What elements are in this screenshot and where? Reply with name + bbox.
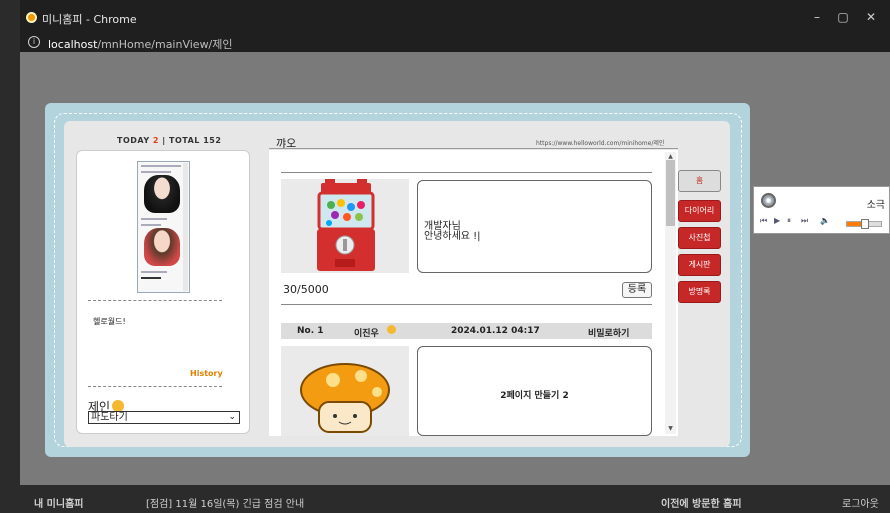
- gumball-machine-image: [317, 179, 375, 271]
- entry-date: 2024.01.12 04:17: [451, 326, 540, 336]
- logout-link[interactable]: 로그아웃: [842, 495, 879, 510]
- tab-board[interactable]: 게시판: [678, 254, 721, 276]
- compose-bottom-divider: [281, 304, 652, 305]
- entry-author[interactable]: 이진우: [354, 326, 379, 339]
- previous-visit-link[interactable]: 이전에 방문한 홈피: [661, 495, 742, 510]
- tab-photo[interactable]: 사진첩: [678, 227, 721, 249]
- title-divider: [269, 148, 678, 149]
- chevron-down-icon: ⌄: [228, 412, 236, 422]
- profile-divider: [88, 300, 222, 301]
- url-text[interactable]: localhost/mnHome/mainView/제인: [48, 36, 233, 52]
- window-titlebar: 미니홈피 - Chrome – ▢ ✕: [20, 0, 890, 34]
- footer-bar: 내 미니홈피 [점검] 11월 16일(목) 긴급 점검 안내 이전에 방문한 …: [20, 485, 890, 513]
- compose-image: [281, 179, 409, 273]
- history-link[interactable]: History: [190, 369, 223, 378]
- total-count: 152: [203, 136, 222, 145]
- app-icon: [26, 12, 37, 23]
- left-edge: [0, 0, 20, 513]
- entry-number: No. 1: [297, 326, 324, 336]
- window-title: 미니홈피 - Chrome: [42, 13, 137, 26]
- notice-link[interactable]: [점검] 11월 16일(목) 긴급 점검 안내: [146, 495, 304, 510]
- tab-diary[interactable]: 다이어리: [678, 200, 721, 222]
- next-icon[interactable]: ⏭: [801, 216, 808, 226]
- info-icon[interactable]: i: [28, 36, 40, 48]
- play-icon[interactable]: ▶: [774, 216, 780, 225]
- scroll-down-icon[interactable]: ▼: [666, 425, 675, 433]
- profile-divider-2: [88, 386, 222, 387]
- compose-textarea[interactable]: 개발자님 안녕하세요 !|: [417, 180, 652, 273]
- char-counter: 30/5000: [283, 283, 329, 296]
- friends-select-value: 파도타기: [91, 412, 128, 423]
- profile-greeting: 헬로월드!: [93, 317, 126, 326]
- visitor-counter: TODAY 2 | TOTAL 152: [117, 136, 221, 145]
- make-secret-link[interactable]: 비밀로하기: [588, 326, 629, 339]
- total-label: TOTAL: [169, 136, 200, 145]
- compose-text-line2: 안녕하세요 !|: [424, 231, 481, 242]
- tab-guestbook[interactable]: 방명록: [678, 281, 721, 303]
- tab-home[interactable]: 홈: [678, 170, 721, 192]
- entry-header: No. 1 이진우 2024.01.12 04:17 비밀로하기: [281, 323, 652, 339]
- compose-top-divider: [281, 172, 652, 173]
- address-bar[interactable]: i localhost/mnHome/mainView/제인: [20, 34, 890, 52]
- entry-content: 2페이지 만들기 2: [500, 391, 569, 401]
- today-count: 2: [152, 136, 159, 145]
- friends-select[interactable]: 파도타기 ⌄: [88, 411, 240, 424]
- profile-thumbnail: [137, 161, 190, 293]
- disc-icon: [761, 193, 776, 208]
- today-label: TODAY: [117, 136, 150, 145]
- volume-icon[interactable]: 🔈: [820, 216, 830, 225]
- counter-separator: |: [162, 136, 166, 145]
- author-emoji-icon: [387, 325, 396, 334]
- maximize-button[interactable]: ▢: [832, 8, 854, 26]
- entry-content-box: 2페이지 만들기 2: [417, 346, 652, 436]
- volume-knob[interactable]: [861, 219, 869, 229]
- my-minihome-link[interactable]: 내 미니홈피: [34, 495, 83, 510]
- prev-icon[interactable]: ⏮: [760, 216, 767, 226]
- scrollbar-thumb[interactable]: [666, 160, 675, 226]
- pause-icon[interactable]: ⏸: [787, 216, 791, 226]
- url-path: /mnHome/mainView/제인: [97, 38, 233, 51]
- close-button[interactable]: ✕: [860, 8, 882, 26]
- entry-image: [281, 346, 409, 436]
- minimize-button[interactable]: –: [806, 8, 828, 26]
- submit-button[interactable]: 등록: [622, 282, 652, 298]
- home-url: https://www.helloworld.com/minihome/제인: [536, 140, 665, 147]
- song-title: 소극: [866, 200, 885, 211]
- url-host: localhost: [48, 38, 98, 51]
- mushroom-image: [300, 363, 390, 433]
